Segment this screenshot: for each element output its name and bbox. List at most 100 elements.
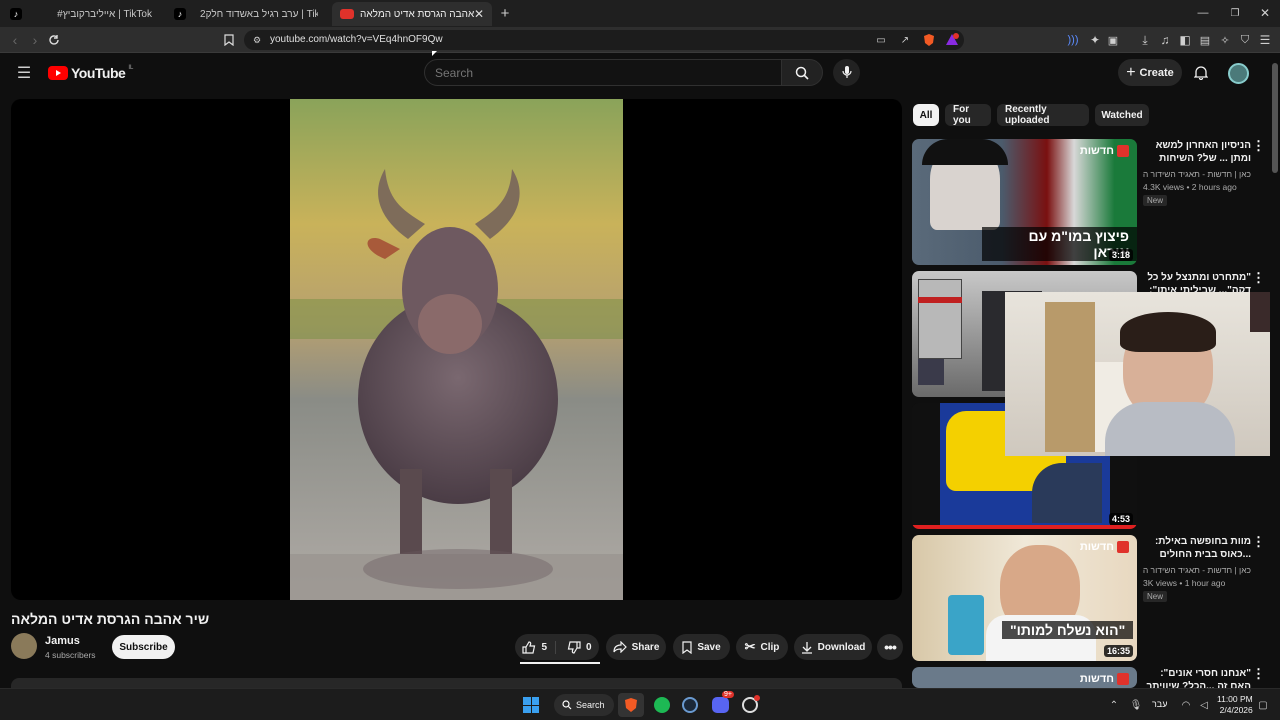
- discord-icon[interactable]: 9+: [712, 691, 734, 713]
- dislike-button[interactable]: 0: [561, 640, 592, 654]
- recommendation-channel[interactable]: כאן | חדשות - תאגיד השידור הישרא...: [1143, 565, 1251, 575]
- youtube-play-icon: [48, 66, 68, 80]
- filter-chip-all[interactable]: All: [913, 104, 939, 126]
- more-actions-button[interactable]: •••: [877, 634, 903, 660]
- bookmark-button[interactable]: [222, 32, 236, 48]
- region-code: IL: [128, 65, 134, 71]
- spotify-icon[interactable]: [654, 697, 670, 713]
- close-window-button[interactable]: ✕: [1258, 6, 1272, 20]
- recommendation-card[interactable]: חדשות "אנחנו חסרי אונים": האם זה ...הכל?…: [912, 667, 1270, 688]
- recommendation-card[interactable]: חדשות "הוא נשלח למותו" 16:35 מוות בחופשה…: [912, 535, 1270, 662]
- more-options-icon[interactable]: ⋮: [1252, 271, 1265, 284]
- search-input[interactable]: [435, 66, 765, 80]
- notifications-button[interactable]: [1192, 63, 1210, 81]
- clock[interactable]: 11:00 PM 2/4/2026: [1217, 694, 1253, 716]
- wifi-icon[interactable]: ◠: [1180, 698, 1192, 712]
- download-icon: [801, 641, 812, 654]
- back-button[interactable]: ‹: [8, 32, 22, 48]
- like-ratio-bar: [520, 662, 600, 664]
- download-button[interactable]: Download: [794, 634, 872, 660]
- scrollbar-thumb[interactable]: [1272, 63, 1278, 173]
- brave-icon: [625, 698, 637, 712]
- create-button[interactable]: + Create: [1118, 59, 1182, 86]
- volume-icon[interactable]: ◁: [1198, 698, 1210, 712]
- save-button[interactable]: Save: [673, 634, 730, 660]
- notification-center-icon[interactable]: ▢: [1257, 698, 1269, 712]
- address-bar[interactable]: ⚙ youtube.com/watch?v=VEq4hnOF9Qw ▭ ↗: [244, 30, 964, 50]
- filter-chip-recently-uploaded[interactable]: Recently uploaded: [997, 104, 1089, 126]
- search-box[interactable]: [424, 59, 782, 86]
- recommendation-thumbnail[interactable]: חדשות: [912, 667, 1137, 688]
- tab-tiktok-1[interactable]: #אייליברקוביץ | TikTok: [28, 2, 166, 26]
- recommendation-thumbnail[interactable]: חדשות פיצוץ במו"מ עם איראן 3:18: [912, 139, 1137, 265]
- recommendation-info: הניסיון האחרון למשא ומתן ... של? השיחות …: [1143, 139, 1251, 206]
- video-player[interactable]: [11, 99, 902, 600]
- start-button[interactable]: [523, 697, 539, 713]
- recommendation-title[interactable]: הניסיון האחרון למשא ומתן ... של? השיחות …: [1143, 139, 1251, 166]
- new-tab-button[interactable]: +: [498, 5, 512, 22]
- vpn-icon[interactable]: ⛉: [1238, 32, 1252, 48]
- recommendation-channel[interactable]: כאן | חדשות - תאגיד השידור הישרא...: [1143, 169, 1251, 179]
- more-options-icon[interactable]: ⋮: [1252, 535, 1265, 548]
- scissors-icon: ✂: [744, 639, 756, 654]
- more-options-icon[interactable]: ⋮: [1252, 667, 1265, 680]
- tab-youtube-active[interactable]: שיר אהבה הגרסת אדיט המלאה ✕: [332, 2, 492, 26]
- show-hidden-icons[interactable]: ⌃: [1108, 698, 1120, 712]
- brave-shield-icon[interactable]: [922, 32, 936, 48]
- voice-search-button[interactable]: [833, 59, 860, 86]
- share-page-icon[interactable]: ↗: [898, 33, 912, 47]
- video-frame: [290, 99, 623, 600]
- brave-rewards-icon[interactable]: [944, 32, 960, 48]
- youtube-logo[interactable]: YouTube IL: [48, 65, 133, 81]
- browser-toolbar: ‹ › ⚙ youtube.com/watch?v=VEq4hnOF9Qw ▭ …: [0, 27, 1280, 53]
- close-tab-icon[interactable]: ✕: [474, 7, 484, 21]
- screenshot-icon[interactable]: ▣: [1106, 32, 1120, 48]
- restore-button[interactable]: ❐: [1228, 6, 1242, 20]
- brave-taskbar-button[interactable]: [618, 693, 644, 717]
- recommendation-title[interactable]: "אנחנו חסרי אונים": האם זה ...הכל? שיווי…: [1143, 667, 1251, 688]
- site-settings-icon[interactable]: ⚙: [250, 33, 264, 47]
- recommendation-title[interactable]: מוות בחופשה באילת: ...כאוס בבית החולים י…: [1143, 535, 1251, 562]
- leo-ai-icon[interactable]: ✧: [1218, 32, 1232, 48]
- language-indicator[interactable]: עבר: [1152, 699, 1167, 709]
- thumbs-down-icon: [567, 640, 581, 654]
- recommendation-thumbnail[interactable]: חדשות "הוא נשלח למותו" 16:35: [912, 535, 1137, 661]
- downloads-icon[interactable]: ⤓: [1138, 32, 1152, 48]
- tab-tiktok-2[interactable]: ערב רגיל באשדוד חלק2 | TikTok: [186, 2, 326, 26]
- menu-icon[interactable]: ☰: [1258, 32, 1272, 48]
- recommendation-card[interactable]: חדשות פיצוץ במו"מ עם איראן 3:18 הניסיון …: [912, 139, 1270, 266]
- avatar[interactable]: [1228, 63, 1249, 84]
- clip-button[interactable]: ✂ Clip: [736, 634, 788, 660]
- search-button[interactable]: [781, 59, 823, 86]
- speedreader-icon[interactable]: ))): [1066, 32, 1080, 48]
- subscriber-count: 4 subscribers: [45, 650, 96, 660]
- share-button[interactable]: Share: [606, 634, 666, 660]
- cast-icon[interactable]: ▭: [874, 33, 888, 47]
- extensions-icon[interactable]: ✦: [1088, 32, 1102, 48]
- media-icon[interactable]: ♫: [1158, 32, 1172, 48]
- steam-icon[interactable]: [682, 697, 698, 713]
- filter-chip-watched[interactable]: Watched: [1095, 104, 1149, 126]
- microphone-tray-icon[interactable]: 🎙: [1130, 698, 1143, 712]
- subscribe-button[interactable]: Subscribe: [112, 635, 175, 659]
- filter-chip-for-you[interactable]: For you: [945, 104, 991, 126]
- share-label: Share: [631, 641, 660, 653]
- more-options-icon[interactable]: ⋮: [1252, 139, 1265, 152]
- youtube-icon: [340, 9, 354, 19]
- like-button[interactable]: 5: [522, 640, 556, 654]
- hamburger-menu-icon[interactable]: ☰: [14, 63, 34, 83]
- taskbar-search[interactable]: Search: [554, 694, 614, 716]
- youtube-logo-text: YouTube: [71, 65, 126, 81]
- forward-button[interactable]: ›: [28, 32, 42, 48]
- url-text[interactable]: youtube.com/watch?v=VEq4hnOF9Qw: [270, 34, 443, 45]
- page-scrollbar[interactable]: [1270, 55, 1280, 688]
- wallet-icon[interactable]: ▤: [1198, 32, 1212, 48]
- sidebar-icon[interactable]: ◧: [1178, 32, 1192, 48]
- minimize-button[interactable]: —: [1196, 6, 1210, 20]
- description-box[interactable]: [11, 678, 902, 688]
- reload-button[interactable]: [46, 32, 62, 48]
- channel-avatar[interactable]: [11, 633, 37, 659]
- app-icon[interactable]: [742, 695, 760, 713]
- channel-name[interactable]: Jamus: [45, 635, 80, 647]
- clock-date: 2/4/2026: [1219, 705, 1253, 715]
